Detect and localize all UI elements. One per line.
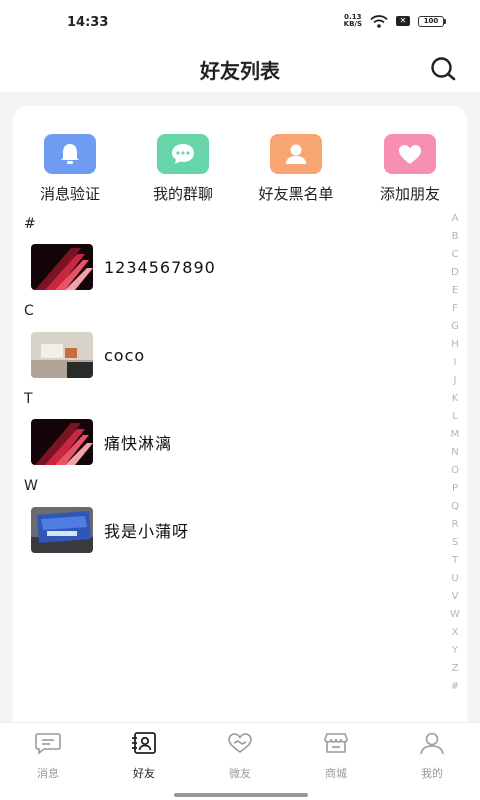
section-header-hash: # [24, 216, 36, 232]
contact-item[interactable]: 痛快淋漓 [31, 418, 431, 466]
status-bar: 14:33 0.13 KB/S ✕ 100 [0, 0, 480, 46]
friend-blacklist-label: 好友黑名单 [258, 185, 334, 203]
network-speed: 0.13 KB/S [344, 14, 362, 28]
section-header-t: T [24, 391, 33, 407]
add-friend-button[interactable]: 添加朋友 [355, 134, 465, 204]
alphabet-index-letter[interactable]: J [447, 372, 463, 390]
my-groups-button[interactable]: 我的群聊 [128, 134, 238, 204]
tab-messages-label: 消息 [37, 767, 59, 780]
alphabet-index-letter[interactable]: A [447, 210, 463, 228]
alphabet-index-letter[interactable]: R [447, 516, 463, 534]
search-button[interactable] [428, 54, 458, 84]
avatar [31, 507, 93, 553]
alphabet-index-letter[interactable]: Z [447, 660, 463, 678]
tab-messages[interactable]: 消息 [0, 731, 96, 781]
my-groups-label: 我的群聊 [152, 185, 213, 203]
contact-item[interactable]: 1234567890 [31, 243, 431, 291]
avatar [31, 244, 93, 290]
avatar [31, 332, 93, 378]
add-friend-label: 添加朋友 [379, 185, 440, 203]
alphabet-index-letter[interactable]: D [447, 264, 463, 282]
page-title: 好友列表 [200, 59, 280, 83]
friend-blacklist-button[interactable]: 好友黑名单 [241, 134, 351, 204]
alphabet-index-letter[interactable]: W [447, 606, 463, 624]
alphabet-index-letter[interactable]: E [447, 282, 463, 300]
tab-store-label: 商城 [325, 767, 347, 780]
chat-bubble-icon [157, 134, 209, 174]
home-indicator [174, 793, 308, 797]
alphabet-index-letter[interactable]: Y [447, 642, 463, 660]
battery-tip [444, 18, 446, 24]
status-time: 14:33 [67, 15, 109, 30]
alphabet-index-letter[interactable]: Q [447, 498, 463, 516]
status-indicators: 0.13 KB/S ✕ 100 [344, 14, 446, 28]
alphabet-index-letter[interactable]: M [447, 426, 463, 444]
alphabet-index-letter[interactable]: O [447, 462, 463, 480]
alphabet-index-letter[interactable]: U [447, 570, 463, 588]
alphabet-index-letter[interactable]: C [447, 246, 463, 264]
store-icon [324, 733, 348, 753]
heart-hands-icon [228, 733, 252, 753]
section-header-w: W [24, 478, 38, 494]
contact-name: 痛快淋漓 [104, 434, 173, 453]
tab-store[interactable]: 商城 [288, 731, 384, 781]
alphabet-index-letter[interactable]: L [447, 408, 463, 426]
bottom-tab-bar: 消息 好友 微友 商城 我的 [0, 722, 480, 800]
wifi-icon [370, 14, 388, 28]
tab-weiyou[interactable]: 微友 [192, 731, 288, 781]
alphabet-index[interactable]: A B C D E F G H I J K L M N O P Q R S T U V W X Y Z # [447, 210, 463, 696]
alphabet-index-letter[interactable]: H [447, 336, 463, 354]
tab-weiyou-label: 微友 [229, 767, 251, 780]
alphabet-index-letter[interactable]: S [447, 534, 463, 552]
alphabet-index-letter[interactable]: T [447, 552, 463, 570]
profile-icon [420, 732, 444, 755]
alphabet-index-letter[interactable]: G [447, 318, 463, 336]
contacts-icon [132, 732, 156, 754]
alphabet-index-letter[interactable]: F [447, 300, 463, 318]
alphabet-index-letter[interactable]: B [447, 228, 463, 246]
section-header-c: C [24, 303, 34, 319]
contact-name: 我是小蒲呀 [104, 522, 190, 541]
message-verification-label: 消息验证 [39, 185, 100, 203]
alphabet-index-letter[interactable]: V [447, 588, 463, 606]
alphabet-index-letter[interactable]: P [447, 480, 463, 498]
alphabet-index-letter[interactable]: # [447, 678, 463, 696]
tab-profile-label: 我的 [421, 767, 443, 780]
battery-icon: 100 [418, 15, 446, 27]
tab-friends-label: 好友 [133, 767, 155, 780]
friends-card: 消息验证 我的群聊 好友黑名单 添加朋友 # 1234567890 C coco… [13, 106, 467, 736]
contact-item[interactable]: coco [31, 331, 431, 379]
message-icon [35, 733, 61, 755]
battery-level: 100 [418, 15, 444, 27]
message-verification-button[interactable]: 消息验证 [15, 134, 125, 204]
no-sim-icon: ✕ [396, 16, 410, 26]
tab-friends[interactable]: 好友 [96, 731, 192, 781]
avatar [31, 419, 93, 465]
contact-name: coco [104, 345, 146, 365]
tab-profile[interactable]: 我的 [384, 731, 480, 781]
header: 好友列表 [0, 46, 480, 92]
search-icon [431, 57, 456, 81]
network-speed-unit: KB/S [343, 20, 362, 28]
contact-name: 1234567890 [104, 257, 216, 277]
user-icon [270, 134, 322, 174]
contact-item[interactable]: 我是小蒲呀 [31, 506, 431, 554]
alphabet-index-letter[interactable]: N [447, 444, 463, 462]
bell-icon [44, 134, 96, 174]
heart-icon [384, 134, 436, 174]
alphabet-index-letter[interactable]: X [447, 624, 463, 642]
alphabet-index-letter[interactable]: I [447, 354, 463, 372]
alphabet-index-letter[interactable]: K [447, 390, 463, 408]
